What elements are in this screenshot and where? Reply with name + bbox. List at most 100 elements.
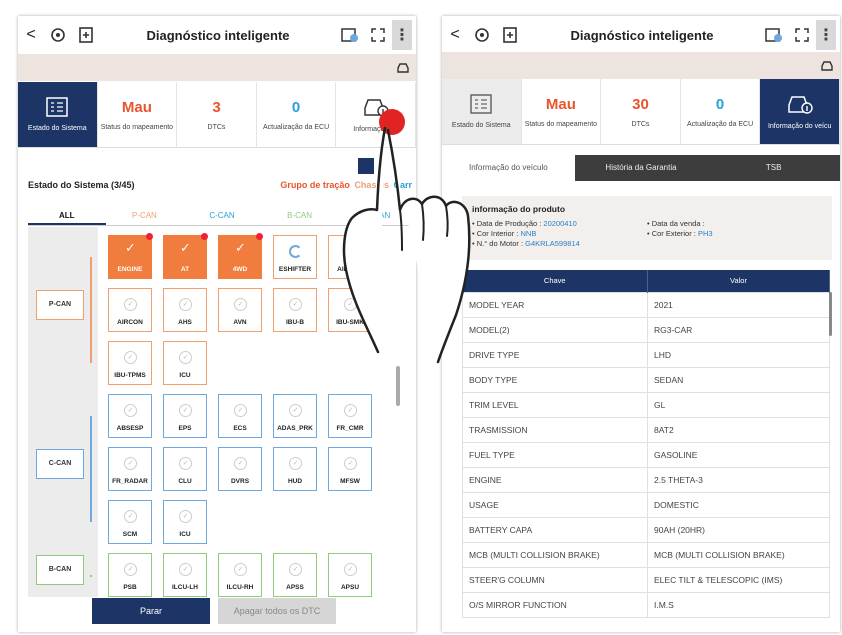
- ecu-module[interactable]: ✓ EPS: [163, 394, 207, 438]
- fullscreen-icon[interactable]: [364, 21, 392, 49]
- table-row[interactable]: FUEL TYPE GASOLINE: [462, 441, 830, 468]
- table-row[interactable]: USAGE DOMESTIC: [462, 491, 830, 518]
- overflow-menu-button[interactable]: ⋮: [392, 20, 412, 50]
- ecu-module[interactable]: ✓ ECS: [218, 394, 262, 438]
- bus-line: [90, 575, 92, 577]
- tab-tsb[interactable]: TSB: [707, 155, 840, 181]
- table-row[interactable]: MCB (MULTI COLLISION BRAKE) MCB (MULTI CO…: [462, 541, 830, 568]
- ecu-module[interactable]: ✓ DVRS: [218, 447, 262, 491]
- tab-vehicle-info[interactable]: Informação do veículo: [442, 155, 575, 181]
- spec-value-cell: 90AH (20HR): [647, 516, 830, 543]
- back-button[interactable]: <: [442, 26, 468, 44]
- diagnostic-icon[interactable]: [44, 21, 72, 49]
- tile-label: DTCs: [207, 123, 226, 131]
- table-row[interactable]: TRIM LEVEL GL: [462, 391, 830, 418]
- report-icon[interactable]: [336, 21, 364, 49]
- checklist-icon: [46, 97, 69, 117]
- tile-dtcs[interactable]: 3 DTCs: [177, 82, 257, 147]
- overflow-menu-button[interactable]: ⋮: [816, 20, 836, 50]
- fullscreen-icon[interactable]: [788, 21, 816, 49]
- ecu-module-name: AIRBAG: [337, 266, 363, 273]
- stop-button[interactable]: Parar: [92, 598, 210, 624]
- tile-dtcs[interactable]: 30 DTCs: [601, 79, 681, 144]
- ecu-module[interactable]: ✓ 4WD: [218, 233, 263, 279]
- ecu-module[interactable]: ✓ ICU: [163, 341, 207, 385]
- ecu-module[interactable]: ✓ ADAS_PRK: [273, 394, 317, 438]
- tile-system-status[interactable]: Estado do Sistema: [442, 79, 522, 144]
- spec-value-cell: DOMESTIC: [647, 491, 830, 518]
- legend: Grupo de tração Chassis Carr: [278, 180, 412, 190]
- table-row[interactable]: MODEL(2) RG3-CAR: [462, 316, 830, 343]
- clear-all-dtc-button[interactable]: Apagar todos os DTC: [218, 598, 336, 624]
- dtc-badge: [256, 233, 263, 240]
- ecu-module-name: IBU-TPMS: [114, 372, 146, 379]
- table-row[interactable]: DRIVE TYPE LHD: [462, 341, 830, 368]
- ecu-module[interactable]: ✓ APSU: [328, 553, 372, 597]
- table-row[interactable]: ENGINE 2.5 THETA-3: [462, 466, 830, 493]
- tab-b-can[interactable]: B-CAN: [261, 206, 339, 225]
- can-bus-label[interactable]: C-CAN: [36, 448, 84, 479]
- car-icon[interactable]: [820, 60, 834, 72]
- ecu-module[interactable]: ✓ FR_CMR: [328, 394, 372, 438]
- table-row[interactable]: STEER'G COLUMN ELEC TILT & TELESCOPIC (IM…: [462, 566, 830, 593]
- ecu-module[interactable]: ✓ AT: [163, 233, 208, 279]
- table-scrollbar[interactable]: [829, 292, 832, 336]
- ecu-module[interactable]: ESHIFTER: [273, 235, 317, 279]
- ecu-module[interactable]: ✓ IBU-SMK: [328, 288, 372, 332]
- topology-scrollbar[interactable]: [396, 366, 400, 406]
- tile-vehicle-info[interactable]: Informação do veícu: [760, 79, 840, 144]
- topology-icon[interactable]: [358, 158, 374, 174]
- tab-all[interactable]: ALL: [28, 206, 106, 225]
- ecu-module[interactable]: ✓ ABSESP: [108, 394, 152, 438]
- ecu-module[interactable]: ✓ APSS: [273, 553, 317, 597]
- can-bus-label[interactable]: B-CAN: [36, 554, 84, 585]
- ecu-module[interactable]: ✓ AIRBAG: [328, 235, 372, 279]
- ecu-module[interactable]: ✓ HUD: [273, 447, 317, 491]
- checklist-icon: [470, 94, 493, 114]
- tab-m-can[interactable]: M-CAN: [338, 206, 416, 225]
- ecu-module[interactable]: ✓ ILCU-LH: [163, 553, 207, 597]
- ecu-module[interactable]: ✓ ILCU-RH: [218, 553, 262, 597]
- tile-label: DTCs: [631, 120, 650, 128]
- spec-key-cell: BATTERY CAPA: [462, 516, 648, 543]
- ecu-module[interactable]: ✓ FR_RADAR: [108, 447, 152, 491]
- diagnostic-icon[interactable]: [468, 21, 496, 49]
- ecu-module[interactable]: ✓ AIRCON: [108, 288, 152, 332]
- tab-c-can[interactable]: C-CAN: [183, 206, 261, 225]
- ecu-module[interactable]: ✓ IBU-B: [273, 288, 317, 332]
- spec-value-cell: 8AT2: [647, 416, 830, 443]
- check-icon: ✓: [125, 240, 136, 255]
- tile-vehicle-info[interactable]: Informação do: [336, 82, 416, 147]
- ecu-module[interactable]: ✓ ICU: [163, 500, 207, 544]
- scan-doc-icon[interactable]: [72, 21, 100, 49]
- tile-mapping-status[interactable]: Mau Status do mapeamento: [97, 82, 178, 147]
- ecu-module[interactable]: ✓ AVN: [218, 288, 262, 332]
- scan-doc-icon[interactable]: [496, 21, 524, 49]
- tile-label: Actualização da ECU: [263, 123, 330, 131]
- ecu-module-name: ICU: [179, 531, 191, 538]
- tile-system-status[interactable]: Estado do Sistema: [18, 82, 98, 147]
- ecu-module[interactable]: ✓ AHS: [163, 288, 207, 332]
- tile-ecu-update[interactable]: 0 Actualização da ECU: [680, 79, 761, 144]
- tile-label: Actualização da ECU: [687, 120, 754, 128]
- tile-ecu-update[interactable]: 0 Actualização da ECU: [256, 82, 337, 147]
- ecu-module[interactable]: ✓ IBU-TPMS: [108, 341, 152, 385]
- tab-warranty-history[interactable]: História da Garantia: [574, 155, 708, 181]
- table-row[interactable]: BATTERY CAPA 90AH (20HR): [462, 516, 830, 543]
- table-row[interactable]: TRASMISSION 8AT2: [462, 416, 830, 443]
- back-button[interactable]: <: [18, 26, 44, 44]
- legend-chassis: Chassis: [354, 180, 389, 190]
- ecu-module[interactable]: ✓ SCM: [108, 500, 152, 544]
- table-row[interactable]: MODEL YEAR 2021: [462, 291, 830, 318]
- ecu-module[interactable]: ✓ ENGINE: [108, 233, 153, 279]
- ecu-module[interactable]: ✓ MFSW: [328, 447, 372, 491]
- ecu-module[interactable]: ✓ CLU: [163, 447, 207, 491]
- tab-p-can[interactable]: P-CAN: [106, 206, 184, 225]
- can-bus-label[interactable]: P-CAN: [36, 289, 84, 320]
- tile-mapping-status[interactable]: Mau Status do mapeamento: [521, 79, 602, 144]
- report-icon[interactable]: [760, 21, 788, 49]
- ecu-module[interactable]: ✓ PSB: [108, 553, 152, 597]
- table-row[interactable]: O/S MIRROR FUNCTION I.M.S: [462, 591, 830, 618]
- car-icon[interactable]: [396, 62, 410, 74]
- table-row[interactable]: BODY TYPE SEDAN: [462, 366, 830, 393]
